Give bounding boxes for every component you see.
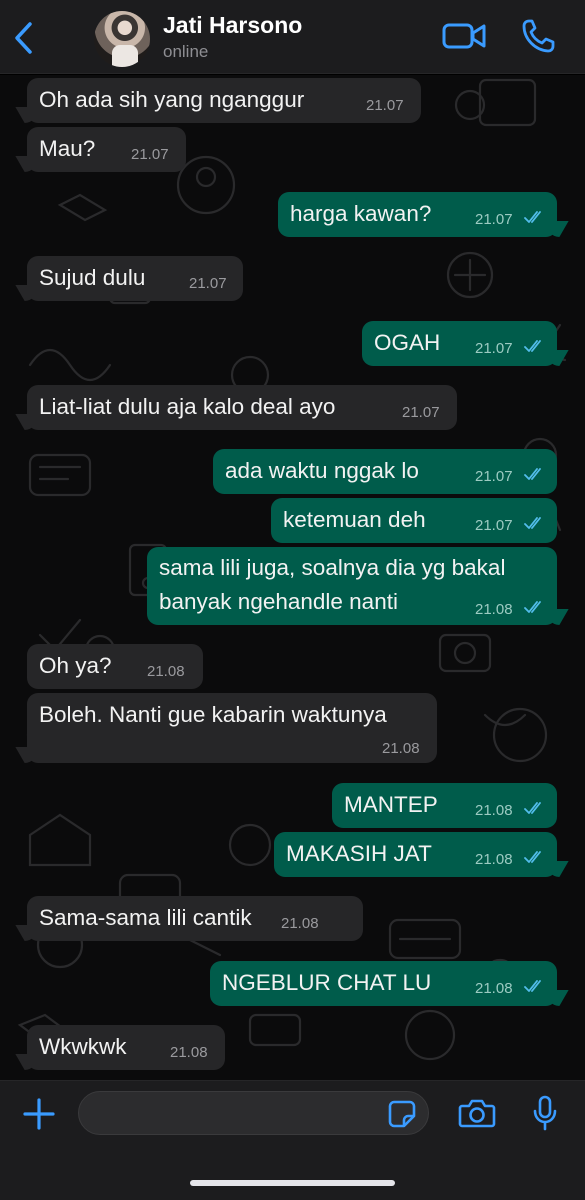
message-text-line: banyak ngehandle nanti: [159, 589, 398, 614]
home-indicator: [190, 1180, 395, 1186]
message-text: ada waktu nggak lo: [225, 458, 419, 483]
message-text: Liat-liat dulu aja kalo deal ayo: [39, 394, 336, 419]
message-time: 21.08: [475, 601, 513, 618]
read-receipt-icon: [524, 340, 541, 352]
read-receipt-icon: [524, 468, 541, 480]
message-bubble-incoming[interactable]: Liat-liat dulu aja kalo deal ayo 21.07: [27, 385, 457, 430]
message-bubble-outgoing[interactable]: ketemuan deh 21.07: [271, 498, 557, 543]
message-text: Sama-sama lili cantik: [39, 905, 252, 930]
read-receipt-icon: [524, 851, 541, 863]
message-bubble-incoming[interactable]: Mau? 21.07: [27, 127, 186, 172]
message-time: 21.08: [475, 802, 513, 819]
message-time: 21.07: [131, 146, 169, 163]
message-time: 21.08: [475, 851, 513, 868]
read-receipt-icon: [524, 517, 541, 529]
message-time: 21.07: [475, 517, 513, 534]
avatar[interactable]: [94, 11, 150, 67]
message-time: 21.08: [382, 740, 420, 757]
phone-icon[interactable]: [521, 18, 555, 54]
message-text: Oh ada sih yang nganggur: [39, 87, 305, 112]
message-bubble-outgoing[interactable]: harga kawan? 21.07: [278, 192, 557, 237]
plus-icon[interactable]: [22, 1097, 56, 1131]
contact-name[interactable]: Jati Harsono: [163, 12, 302, 39]
video-camera-icon[interactable]: [442, 20, 486, 52]
message-bubble-outgoing[interactable]: ada waktu nggak lo 21.07: [213, 449, 557, 494]
message-bubble-incoming[interactable]: Oh ya? 21.08: [27, 644, 203, 689]
message-bubble-outgoing[interactable]: MAKASIH JAT 21.08: [274, 832, 557, 877]
message-bubble-incoming[interactable]: Sama-sama lili cantik 21.08: [27, 896, 363, 941]
message-bubble-incoming[interactable]: Oh ada sih yang nganggur 21.07: [27, 78, 421, 123]
chevron-left-icon[interactable]: [10, 20, 38, 56]
message-bubble-outgoing[interactable]: NGEBLUR CHAT LU 21.08: [210, 961, 557, 1006]
message-text: ketemuan deh: [283, 507, 426, 532]
microphone-icon[interactable]: [532, 1095, 558, 1131]
message-time: 21.08: [281, 915, 319, 932]
message-bubble-incoming[interactable]: Wkwkwk 21.08: [27, 1025, 225, 1070]
chat-header: Jati Harsono online: [0, 0, 585, 74]
message-text: Boleh. Nanti gue kabarin waktunya: [39, 702, 387, 727]
message-time: 21.07: [475, 468, 513, 485]
read-receipt-icon: [524, 211, 541, 223]
camera-icon[interactable]: [458, 1097, 496, 1129]
sticker-icon[interactable]: [387, 1099, 417, 1129]
message-text: Oh ya?: [39, 653, 112, 678]
message-bubble-incoming[interactable]: Sujud dulu 21.07: [27, 256, 243, 301]
message-bubble-outgoing[interactable]: MANTEP 21.08: [332, 783, 557, 828]
message-text: NGEBLUR CHAT LU: [222, 970, 432, 995]
message-time: 21.07: [366, 97, 404, 114]
message-input[interactable]: [78, 1091, 429, 1135]
message-text: Mau?: [39, 136, 96, 161]
message-time: 21.07: [475, 340, 513, 357]
message-text: harga kawan?: [290, 201, 432, 226]
message-text: Wkwkwk: [39, 1034, 127, 1059]
read-receipt-icon: [524, 802, 541, 814]
message-text: Sujud dulu: [39, 265, 146, 290]
message-list[interactable]: Oh ada sih yang nganggur 21.07 Mau? 21.0…: [0, 75, 585, 1080]
message-time: 21.08: [147, 663, 185, 680]
message-time: 21.08: [170, 1044, 208, 1061]
message-bubble-incoming[interactable]: Boleh. Nanti gue kabarin waktunya 21.08: [27, 693, 437, 763]
message-text: MANTEP: [344, 792, 438, 817]
message-text-line: sama lili juga, soalnya dia yg bakal: [159, 555, 506, 580]
read-receipt-icon: [524, 980, 541, 992]
message-bubble-outgoing[interactable]: OGAH 21.07: [362, 321, 557, 366]
read-receipt-icon: [524, 601, 541, 613]
message-time: 21.08: [475, 980, 513, 997]
message-bubble-outgoing[interactable]: sama lili juga, soalnya dia yg bakal ban…: [147, 547, 557, 625]
message-time: 21.07: [402, 404, 440, 421]
message-text: sama lili juga, soalnya dia yg bakal ban…: [159, 551, 505, 619]
message-time: 21.07: [475, 211, 513, 228]
message-text: MAKASIH JAT: [286, 841, 432, 866]
contact-status: online: [163, 42, 209, 61]
message-time: 21.07: [189, 275, 227, 292]
message-text: OGAH: [374, 330, 441, 355]
